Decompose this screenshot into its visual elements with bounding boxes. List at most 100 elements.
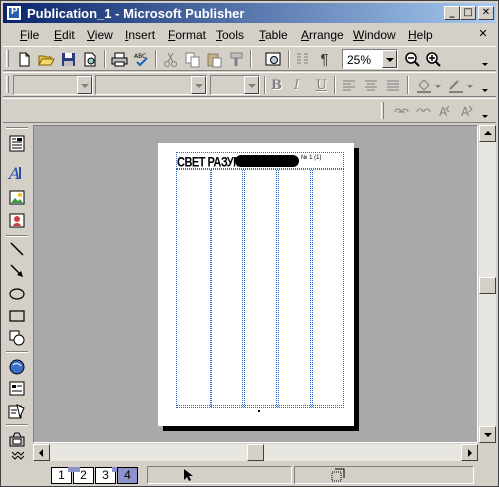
menu-arrange[interactable]: Arrange	[301, 28, 344, 42]
scrollbar-corner	[479, 444, 496, 461]
format-painter-icon[interactable]	[227, 50, 246, 69]
disconnect-frames-icon[interactable]	[414, 102, 433, 121]
previous-frame-icon[interactable]: A	[436, 102, 455, 121]
columns-icon[interactable]	[293, 50, 312, 69]
menu-file[interactable]: File	[20, 28, 39, 42]
scroll-right-button[interactable]	[461, 444, 478, 461]
chevron-down-icon[interactable]	[77, 76, 92, 94]
scroll-up-button[interactable]	[479, 125, 496, 142]
svg-text:A: A	[7, 164, 21, 182]
toolbar-grip[interactable]	[381, 102, 384, 119]
toolbar-grip[interactable]	[6, 76, 9, 93]
font-select[interactable]	[95, 75, 207, 95]
bold-button[interactable]: B	[271, 78, 282, 93]
status-bar: 1 2 3 4	[3, 462, 496, 486]
title-bar[interactable]: Publication_1 - Microsoft Publisher _ □ …	[3, 3, 496, 23]
line-icon[interactable]	[7, 239, 27, 258]
form-control-icon[interactable]	[7, 379, 27, 398]
more-icon[interactable]	[7, 449, 27, 460]
horizontal-scrollbar[interactable]	[33, 444, 478, 461]
auto-shapes-icon[interactable]	[7, 328, 27, 347]
vertical-scroll-thumb[interactable]	[479, 277, 496, 294]
page-tab-4[interactable]: 4	[117, 467, 138, 484]
copy-icon[interactable]	[183, 50, 202, 69]
svg-text:ABC: ABC	[134, 53, 146, 60]
toolbar-options-icon[interactable]	[479, 50, 491, 69]
publication-page[interactable]: СВЕТ РАЗУМА № 1 (1)	[158, 143, 354, 426]
svg-text:A: A	[439, 105, 448, 119]
page-tab-2[interactable]: 2	[73, 467, 94, 484]
menu-view[interactable]: View	[87, 28, 113, 42]
html-fragment-icon[interactable]	[7, 402, 27, 421]
menu-tools[interactable]: Tools	[216, 28, 244, 42]
fill-color-icon[interactable]	[414, 76, 442, 95]
issue-number[interactable]: № 1 (1)	[301, 155, 321, 161]
search-file-icon[interactable]	[81, 50, 100, 69]
menu-format[interactable]: Format	[168, 28, 206, 42]
zoom-select[interactable]: 25%	[342, 49, 398, 69]
save-icon[interactable]	[59, 50, 78, 69]
spelling-icon[interactable]: ABC	[132, 50, 151, 69]
menu-help[interactable]: Help	[408, 28, 433, 42]
oval-icon[interactable]	[7, 284, 27, 303]
menu-bar: File Edit View Insert Format Tools Table…	[3, 25, 496, 45]
rectangle-icon[interactable]	[7, 306, 27, 325]
line-color-icon[interactable]	[446, 76, 474, 95]
hot-spot-icon[interactable]	[7, 357, 27, 376]
publisher-window: Publication_1 - Microsoft Publisher _ □ …	[0, 0, 499, 487]
align-left-icon[interactable]	[340, 76, 359, 95]
next-frame-icon[interactable]: A	[458, 102, 477, 121]
column-guide	[244, 170, 245, 407]
toolbar-options-icon[interactable]	[479, 76, 491, 95]
column-guide	[242, 170, 243, 407]
scroll-down-button[interactable]	[479, 426, 496, 443]
publisher-app-icon[interactable]	[6, 5, 22, 21]
connect-frames-icon[interactable]	[392, 102, 411, 121]
footer-guide	[176, 405, 344, 408]
open-icon[interactable]	[37, 50, 56, 69]
clip-art-icon[interactable]	[7, 211, 27, 230]
new-icon[interactable]	[15, 50, 34, 69]
justify-icon[interactable]	[384, 76, 403, 95]
design-gallery-icon[interactable]	[7, 430, 27, 449]
publication-workspace[interactable]: СВЕТ РАЗУМА № 1 (1)	[33, 125, 478, 443]
masthead-graphic[interactable]	[235, 155, 299, 167]
align-center-icon[interactable]	[362, 76, 381, 95]
chevron-down-icon[interactable]	[244, 76, 259, 94]
menu-insert[interactable]: Insert	[125, 28, 155, 42]
word-art-icon[interactable]: A	[7, 163, 27, 183]
cut-icon[interactable]	[161, 50, 180, 69]
italic-button[interactable]: I	[294, 78, 299, 93]
toolbar-options-icon[interactable]	[479, 102, 491, 121]
insert-object-icon[interactable]	[264, 50, 283, 69]
document-close-icon[interactable]: ✕	[476, 27, 490, 41]
chevron-down-icon[interactable]	[191, 76, 206, 94]
menu-window[interactable]: Window	[353, 28, 396, 42]
minimize-button[interactable]: _	[444, 6, 460, 20]
scroll-left-button[interactable]	[33, 444, 50, 461]
page-tab-3[interactable]: 3	[95, 467, 119, 484]
arrow-icon[interactable]	[7, 261, 27, 280]
chevron-down-icon[interactable]	[382, 50, 397, 68]
column-guide	[312, 170, 313, 407]
menu-table[interactable]: Table	[259, 28, 288, 42]
window-title: Publication_1 - Microsoft Publisher	[27, 6, 245, 21]
picture-icon[interactable]	[7, 188, 27, 207]
underline-button[interactable]: U	[316, 78, 327, 93]
show-special-characters-icon[interactable]: ¶	[315, 50, 334, 69]
maximize-button[interactable]: □	[460, 6, 476, 20]
margin-guide	[176, 169, 344, 408]
zoom-in-icon[interactable]	[424, 50, 443, 69]
toolbar-grip[interactable]	[6, 50, 9, 67]
close-button[interactable]: ✕	[478, 6, 494, 20]
zoom-out-icon[interactable]	[403, 50, 422, 69]
print-icon[interactable]	[110, 50, 129, 69]
text-box-icon[interactable]	[7, 134, 27, 153]
menu-edit[interactable]: Edit	[54, 28, 75, 42]
style-select[interactable]	[13, 75, 93, 95]
page-tab-1[interactable]: 1	[51, 467, 75, 484]
horizontal-scroll-thumb[interactable]	[247, 444, 264, 461]
font-size-select[interactable]	[210, 75, 260, 95]
paste-icon[interactable]	[205, 50, 224, 69]
vertical-scrollbar[interactable]	[479, 125, 496, 443]
